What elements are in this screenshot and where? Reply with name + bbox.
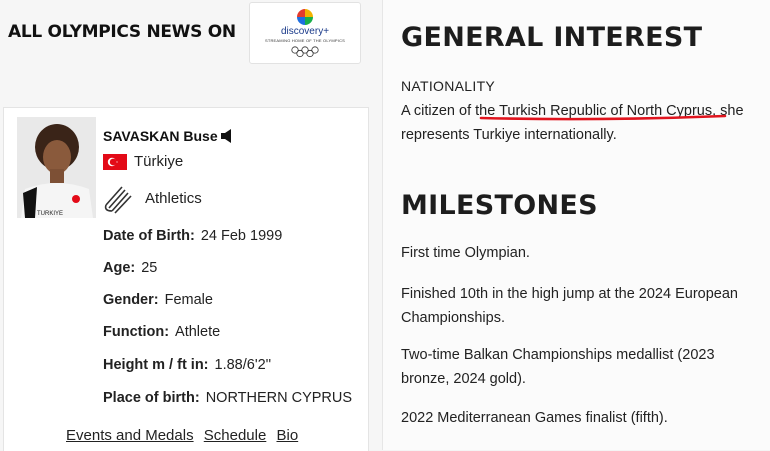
detail-row-height: Height m / ft in: 1.88/6'2'' [103,357,272,373]
milestones-heading: MILESTONES [401,190,598,221]
milestone-item: First time Olympian. [401,245,530,261]
athlete-card: TURKIYE SAVASKAN Buse Türkiye Athletics [3,107,369,451]
athletics-icon [104,186,132,214]
milestone-item: Finished 10th in the high jump at the 20… [401,286,738,326]
athlete-photo: TURKIYE [17,117,96,218]
right-panel: GENERAL INTEREST NATIONALITY A citizen o… [383,0,770,450]
detail-row-function: Function: Athlete [103,324,221,340]
olympic-rings-icon [291,46,319,58]
athlete-name: SAVASKAN Buse [103,128,218,144]
discovery-logo-icon [297,9,313,25]
link-schedule[interactable]: Schedule [204,427,267,444]
detail-row-birthplace: Place of birth: NORTHERN CYPRUS [103,390,353,406]
discovery-plus-logo[interactable]: discovery+ STREAMING HOME OF THE OLYMPIC… [249,2,361,64]
left-panel: ALL OLYMPICS NEWS ON discovery+ STREAMIN… [0,0,383,451]
athlete-sport: Athletics [145,190,202,207]
link-bio[interactable]: Bio [276,427,298,444]
link-events-and-medals[interactable]: Events and Medals [66,427,194,444]
nationality-text: A citizen of the Turkish Republic of Nor… [401,103,744,143]
logo-tagline: STREAMING HOME OF THE OLYMPICS [264,38,346,43]
detail-row-dob: Date of Birth: 24 Feb 1999 [103,228,283,244]
jersey-text: TURKIYE [37,211,63,217]
speaker-icon[interactable] [220,129,236,143]
detail-row-age: Age: 25 [103,260,158,276]
athlete-country: Türkiye [134,153,184,170]
turkey-flag-icon [103,154,127,170]
milestone-item: 2022 Mediterranean Games finalist (fifth… [401,410,668,426]
banner-title: ALL OLYMPICS NEWS ON [8,22,236,42]
red-underline-annotation [479,114,727,121]
milestone-item: Two-time Balkan Championships medallist … [401,347,715,387]
athlete-links: Events and Medals Schedule Bio [66,427,304,444]
general-interest-heading: GENERAL INTEREST [401,22,703,53]
detail-row-gender: Gender: Female [103,292,213,308]
logo-name: discovery+ [280,26,330,37]
nationality-label: NATIONALITY [401,78,496,94]
